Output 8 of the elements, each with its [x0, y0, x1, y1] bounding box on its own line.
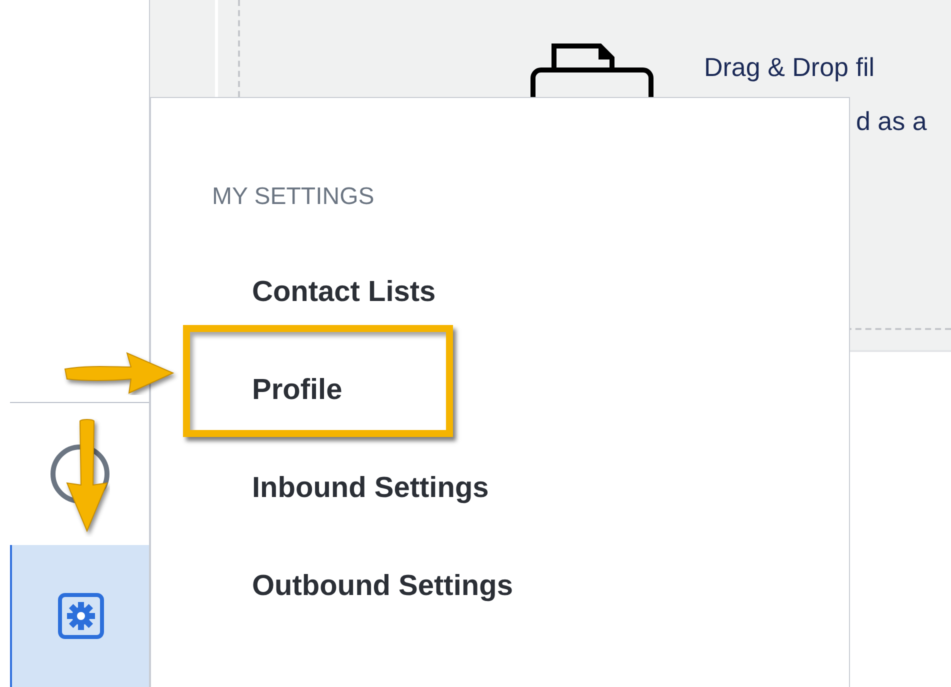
menu-item[interactable]: Inbound Settings [252, 472, 489, 504]
menu-heading: MY SETTINGS [212, 182, 374, 212]
menu-item[interactable]: Profile [252, 374, 342, 406]
menu-item[interactable]: Contact Lists [252, 276, 436, 308]
menu-item[interactable]: Outbound Settings [252, 570, 513, 602]
upload-instruction: d as a [855, 105, 927, 138]
settings-icon[interactable] [58, 593, 104, 640]
upload-instruction: Drag & Drop fil [704, 51, 876, 84]
